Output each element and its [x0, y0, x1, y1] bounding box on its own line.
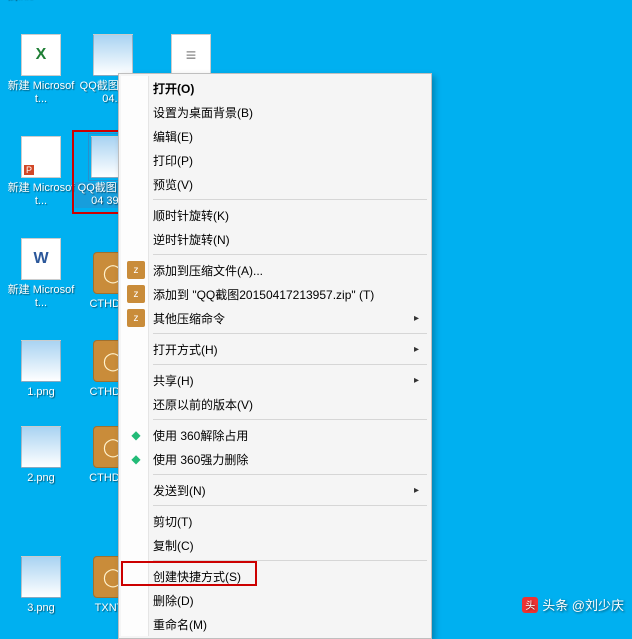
desktop-icon-blank[interactable]: P 新建 Microsoft... — [6, 136, 76, 208]
menu-copy[interactable]: 复制(C) — [121, 533, 429, 557]
menu-open-with[interactable]: 打开方式(H) — [121, 337, 429, 361]
toutiao-icon: 头 — [522, 597, 538, 613]
menu-360-unlock[interactable]: ◆ 使用 360解除占用 — [121, 423, 429, 447]
icon-label: 2.png — [5, 472, 77, 485]
desktop[interactable]: 试.xls 新建 Microsoft... P 新建 Microsoft... … — [0, 0, 632, 620]
file-icon: P — [21, 136, 61, 178]
menu-separator — [153, 333, 427, 334]
ppt-badge: P — [24, 165, 34, 175]
menu-separator — [153, 419, 427, 420]
image-icon — [21, 556, 61, 598]
menu-rotate-cw[interactable]: 顺时针旋转(K) — [121, 203, 429, 227]
menu-send-to[interactable]: 发送到(N) — [121, 478, 429, 502]
desktop-icon-excel[interactable]: 新建 Microsoft... — [6, 34, 76, 106]
context-menu: 打开(O) 设置为桌面背景(B) 编辑(E) 打印(P) 预览(V) 顺时针旋转… — [118, 73, 432, 639]
menu-other-archive[interactable]: z 其他压缩命令 — [121, 306, 429, 330]
archive-icon: z — [127, 285, 145, 303]
word-icon — [21, 238, 61, 280]
menu-360-force-delete[interactable]: ◆ 使用 360强力删除 — [121, 447, 429, 471]
desktop-icon-png2[interactable]: 2.png — [6, 426, 76, 485]
menu-print[interactable]: 打印(P) — [121, 148, 429, 172]
image-icon — [21, 426, 61, 468]
menu-separator — [153, 560, 427, 561]
image-icon — [93, 34, 133, 76]
image-icon — [21, 340, 61, 382]
icon-label: 3.png — [5, 602, 77, 615]
icon-label: 新建 Microsoft... — [5, 80, 77, 106]
icon-label: 新建 Microsoft... — [5, 182, 77, 208]
truncated-filename: 试.xls — [6, 0, 34, 3]
watermark-text: 头条 @刘少庆 — [542, 595, 624, 614]
menu-separator — [153, 505, 427, 506]
menu-share[interactable]: 共享(H) — [121, 368, 429, 392]
menu-separator — [153, 254, 427, 255]
shield-icon: ◆ — [127, 426, 145, 444]
menu-preview[interactable]: 预览(V) — [121, 172, 429, 196]
menu-delete[interactable]: 删除(D) — [121, 588, 429, 612]
watermark: 头 头条 @刘少庆 — [522, 595, 624, 614]
archive-icon: z — [127, 261, 145, 279]
desktop-icon-png1[interactable]: 1.png — [6, 340, 76, 399]
menu-add-archive[interactable]: z 添加到压缩文件(A)... — [121, 258, 429, 282]
icon-label: 1.png — [5, 386, 77, 399]
menu-open[interactable]: 打开(O) — [121, 76, 429, 100]
menu-create-shortcut[interactable]: 创建快捷方式(S) — [121, 564, 429, 588]
menu-separator — [153, 364, 427, 365]
menu-restore-version[interactable]: 还原以前的版本(V) — [121, 392, 429, 416]
menu-rotate-ccw[interactable]: 逆时针旋转(N) — [121, 227, 429, 251]
excel-icon — [21, 34, 61, 76]
text-icon — [171, 34, 211, 76]
menu-cut[interactable]: 剪切(T) — [121, 509, 429, 533]
menu-set-bg[interactable]: 设置为桌面背景(B) — [121, 100, 429, 124]
menu-separator — [153, 474, 427, 475]
menu-rename[interactable]: 重命名(M) — [121, 612, 429, 636]
shield-icon: ◆ — [127, 450, 145, 468]
menu-edit[interactable]: 编辑(E) — [121, 124, 429, 148]
menu-add-to-zip[interactable]: z 添加到 "QQ截图20150417213957.zip" (T) — [121, 282, 429, 306]
desktop-icon-png3[interactable]: 3.png — [6, 556, 76, 615]
desktop-icon-word[interactable]: 新建 Microsoft... — [6, 238, 76, 310]
archive-icon: z — [127, 309, 145, 327]
menu-separator — [153, 199, 427, 200]
icon-label: 新建 Microsoft... — [5, 284, 77, 310]
